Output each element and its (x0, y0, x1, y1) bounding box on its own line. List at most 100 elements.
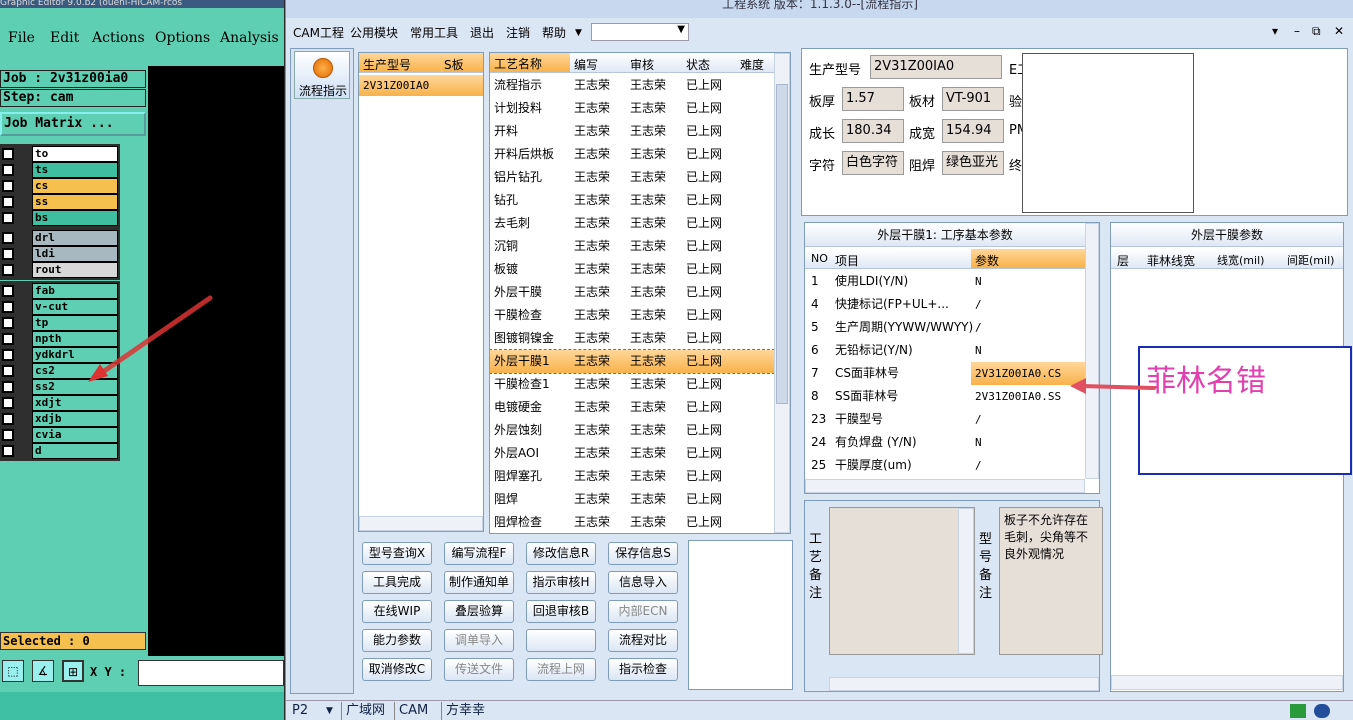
thickness-field[interactable]: 1.57 (842, 87, 904, 111)
layer-name[interactable]: cs (32, 178, 118, 194)
action-button[interactable]: 能力参数 (362, 629, 432, 652)
process-vscroll[interactable] (774, 53, 790, 533)
menu-options[interactable]: Options (155, 30, 210, 46)
status-user[interactable]: 方幸幸 (441, 702, 489, 720)
toolbar-combo[interactable]: ▼ (591, 23, 689, 41)
layer-name[interactable]: bs (32, 210, 118, 226)
action-button[interactable]: 指示检查 (608, 658, 678, 681)
layer-checkbox[interactable] (2, 212, 14, 224)
scroll-thumb[interactable] (776, 84, 788, 404)
process-row[interactable]: 阻焊塞孔 王志荣 王志荣 已上网 (490, 465, 774, 488)
layer-checkbox[interactable] (2, 317, 14, 329)
menu-tools[interactable]: 常用工具 (410, 24, 458, 41)
action-button[interactable]: 信息导入 (608, 571, 678, 594)
action-button[interactable]: 取消修改C (362, 658, 432, 681)
action-button[interactable]: 回退审核B (526, 600, 596, 623)
layer-checkbox[interactable] (2, 301, 14, 313)
layer-row[interactable]: rout (0, 262, 118, 278)
layer-checkbox[interactable] (2, 333, 14, 345)
param-vscroll[interactable] (1085, 223, 1099, 479)
model-hscroll[interactable] (359, 516, 483, 531)
layer-checkbox[interactable] (2, 429, 14, 441)
layer-name[interactable]: d (32, 443, 118, 459)
menu-file[interactable]: File (8, 30, 35, 46)
layer-row[interactable]: d (0, 443, 118, 459)
process-row[interactable]: 阻焊检查 王志荣 王志荣 已上网 (490, 511, 774, 534)
restore-icon[interactable]: ⧉ (1312, 24, 1321, 39)
status-p2[interactable]: P2 (288, 702, 312, 720)
layer-row[interactable]: ldi (0, 246, 118, 262)
layer-row[interactable]: bs (0, 210, 118, 226)
xy-input[interactable] (138, 660, 284, 686)
layer-checkbox[interactable] (2, 285, 14, 297)
param-row[interactable]: 5 生产周期(YYWW/WWYY) / (805, 316, 1085, 339)
layer-checkbox[interactable] (2, 381, 14, 393)
menu-exit[interactable]: 退出 (470, 24, 494, 41)
process-row[interactable]: 外层干膜1 王志荣 王志荣 已上网 (490, 349, 774, 374)
layer-row[interactable]: cs (0, 178, 118, 194)
process-row[interactable]: 铝片钻孔 王志荣 王志荣 已上网 (490, 166, 774, 189)
process-row[interactable]: 外层蚀刻 王志荣 王志荣 已上网 (490, 419, 774, 442)
process-row[interactable]: 外层AOI 王志荣 王志荣 已上网 (490, 442, 774, 465)
action-button[interactable]: 流程上网 (526, 658, 596, 681)
status-cam[interactable]: CAM (394, 702, 432, 720)
menu-common-modules[interactable]: 公用模块 (350, 24, 398, 41)
legend-field[interactable]: 白色字符 (842, 151, 904, 175)
mask-field[interactable]: 绿色亚光 (942, 151, 1004, 175)
status-wan[interactable]: 广域网 (341, 702, 389, 720)
dropdown-icon[interactable]: ▾ (1272, 24, 1278, 38)
process-row[interactable]: 沉铜 王志荣 王志荣 已上网 (490, 235, 774, 258)
layer-checkbox[interactable] (2, 413, 14, 425)
film-hscroll[interactable] (1111, 675, 1343, 690)
action-button[interactable]: 流程对比 (608, 629, 678, 652)
action-button[interactable] (526, 629, 596, 652)
layer-name[interactable]: xdjt (32, 395, 118, 411)
grid-tool-icon[interactable]: ⊞ (62, 660, 84, 682)
action-button[interactable]: 工具完成 (362, 571, 432, 594)
layer-checkbox[interactable] (2, 248, 14, 260)
param-row[interactable]: 8 SS面菲林号 2V31Z00IA0.SS (805, 385, 1085, 408)
minimize-icon[interactable]: – (1294, 24, 1300, 38)
process-row[interactable]: 钻孔 王志荣 王志荣 已上网 (490, 189, 774, 212)
action-button[interactable]: 指示审核H (526, 571, 596, 594)
layer-checkbox[interactable] (2, 232, 14, 244)
action-button[interactable]: 修改信息R (526, 542, 596, 565)
process-row[interactable]: 图镀铜镍金 王志荣 王志荣 已上网 (490, 327, 774, 350)
param-row[interactable]: 4 快捷标记(FP+UL+... / (805, 293, 1085, 316)
menu-help[interactable]: 帮助 (542, 24, 566, 41)
layer-name[interactable]: ldi (32, 246, 118, 262)
measure-tool-icon[interactable]: ∡ (32, 660, 54, 682)
layer-row[interactable]: xdjb (0, 411, 118, 427)
layer-checkbox[interactable] (2, 349, 14, 361)
menu-cam[interactable]: CAM工程 (293, 24, 344, 41)
process-note-scroll[interactable] (958, 508, 974, 654)
action-button[interactable]: 制作通知单 (444, 571, 514, 594)
layer-name[interactable]: cvia (32, 427, 118, 443)
process-note-field[interactable] (829, 507, 975, 655)
layer-name[interactable]: to (32, 146, 118, 162)
process-row[interactable]: 电镀硬金 王志荣 王志荣 已上网 (490, 396, 774, 419)
action-button[interactable]: 在线WIP (362, 600, 432, 623)
layer-checkbox[interactable] (2, 365, 14, 377)
notes-hscroll[interactable] (829, 677, 1099, 691)
action-button[interactable]: 传送文件 (444, 658, 514, 681)
model-field[interactable]: 2V31Z00IA0 (870, 55, 1002, 79)
action-button[interactable]: 叠层验算 (444, 600, 514, 623)
param-row[interactable]: 24 有负焊盘 (Y/N) N (805, 431, 1085, 454)
process-row[interactable]: 开料后烘板 王志荣 王志荣 已上网 (490, 143, 774, 166)
param-row[interactable]: 6 无铅标记(Y/N) N (805, 339, 1085, 362)
layer-row[interactable]: to (0, 146, 118, 162)
layer-row[interactable]: cvia (0, 427, 118, 443)
material-field[interactable]: VT-901 (942, 87, 1004, 111)
layer-name[interactable]: rout (32, 262, 118, 278)
layer-row[interactable]: ss (0, 194, 118, 210)
param-row[interactable]: 25 干膜厚度(um) / (805, 454, 1085, 477)
action-button[interactable]: 编写流程F (444, 542, 514, 565)
job-matrix-button[interactable]: Job Matrix ... (0, 112, 146, 136)
process-row[interactable]: 外层干膜 王志荣 王志荣 已上网 (490, 281, 774, 304)
model-note-field[interactable]: 板子不允许存在毛刺，尖角等不良外观情况 (999, 507, 1103, 655)
layer-checkbox[interactable] (2, 148, 14, 160)
param-row[interactable]: 1 使用LDI(Y/N) N (805, 270, 1085, 293)
layer-name[interactable]: ss (32, 194, 118, 210)
status-dropdown-icon[interactable]: ▼ (322, 702, 337, 720)
